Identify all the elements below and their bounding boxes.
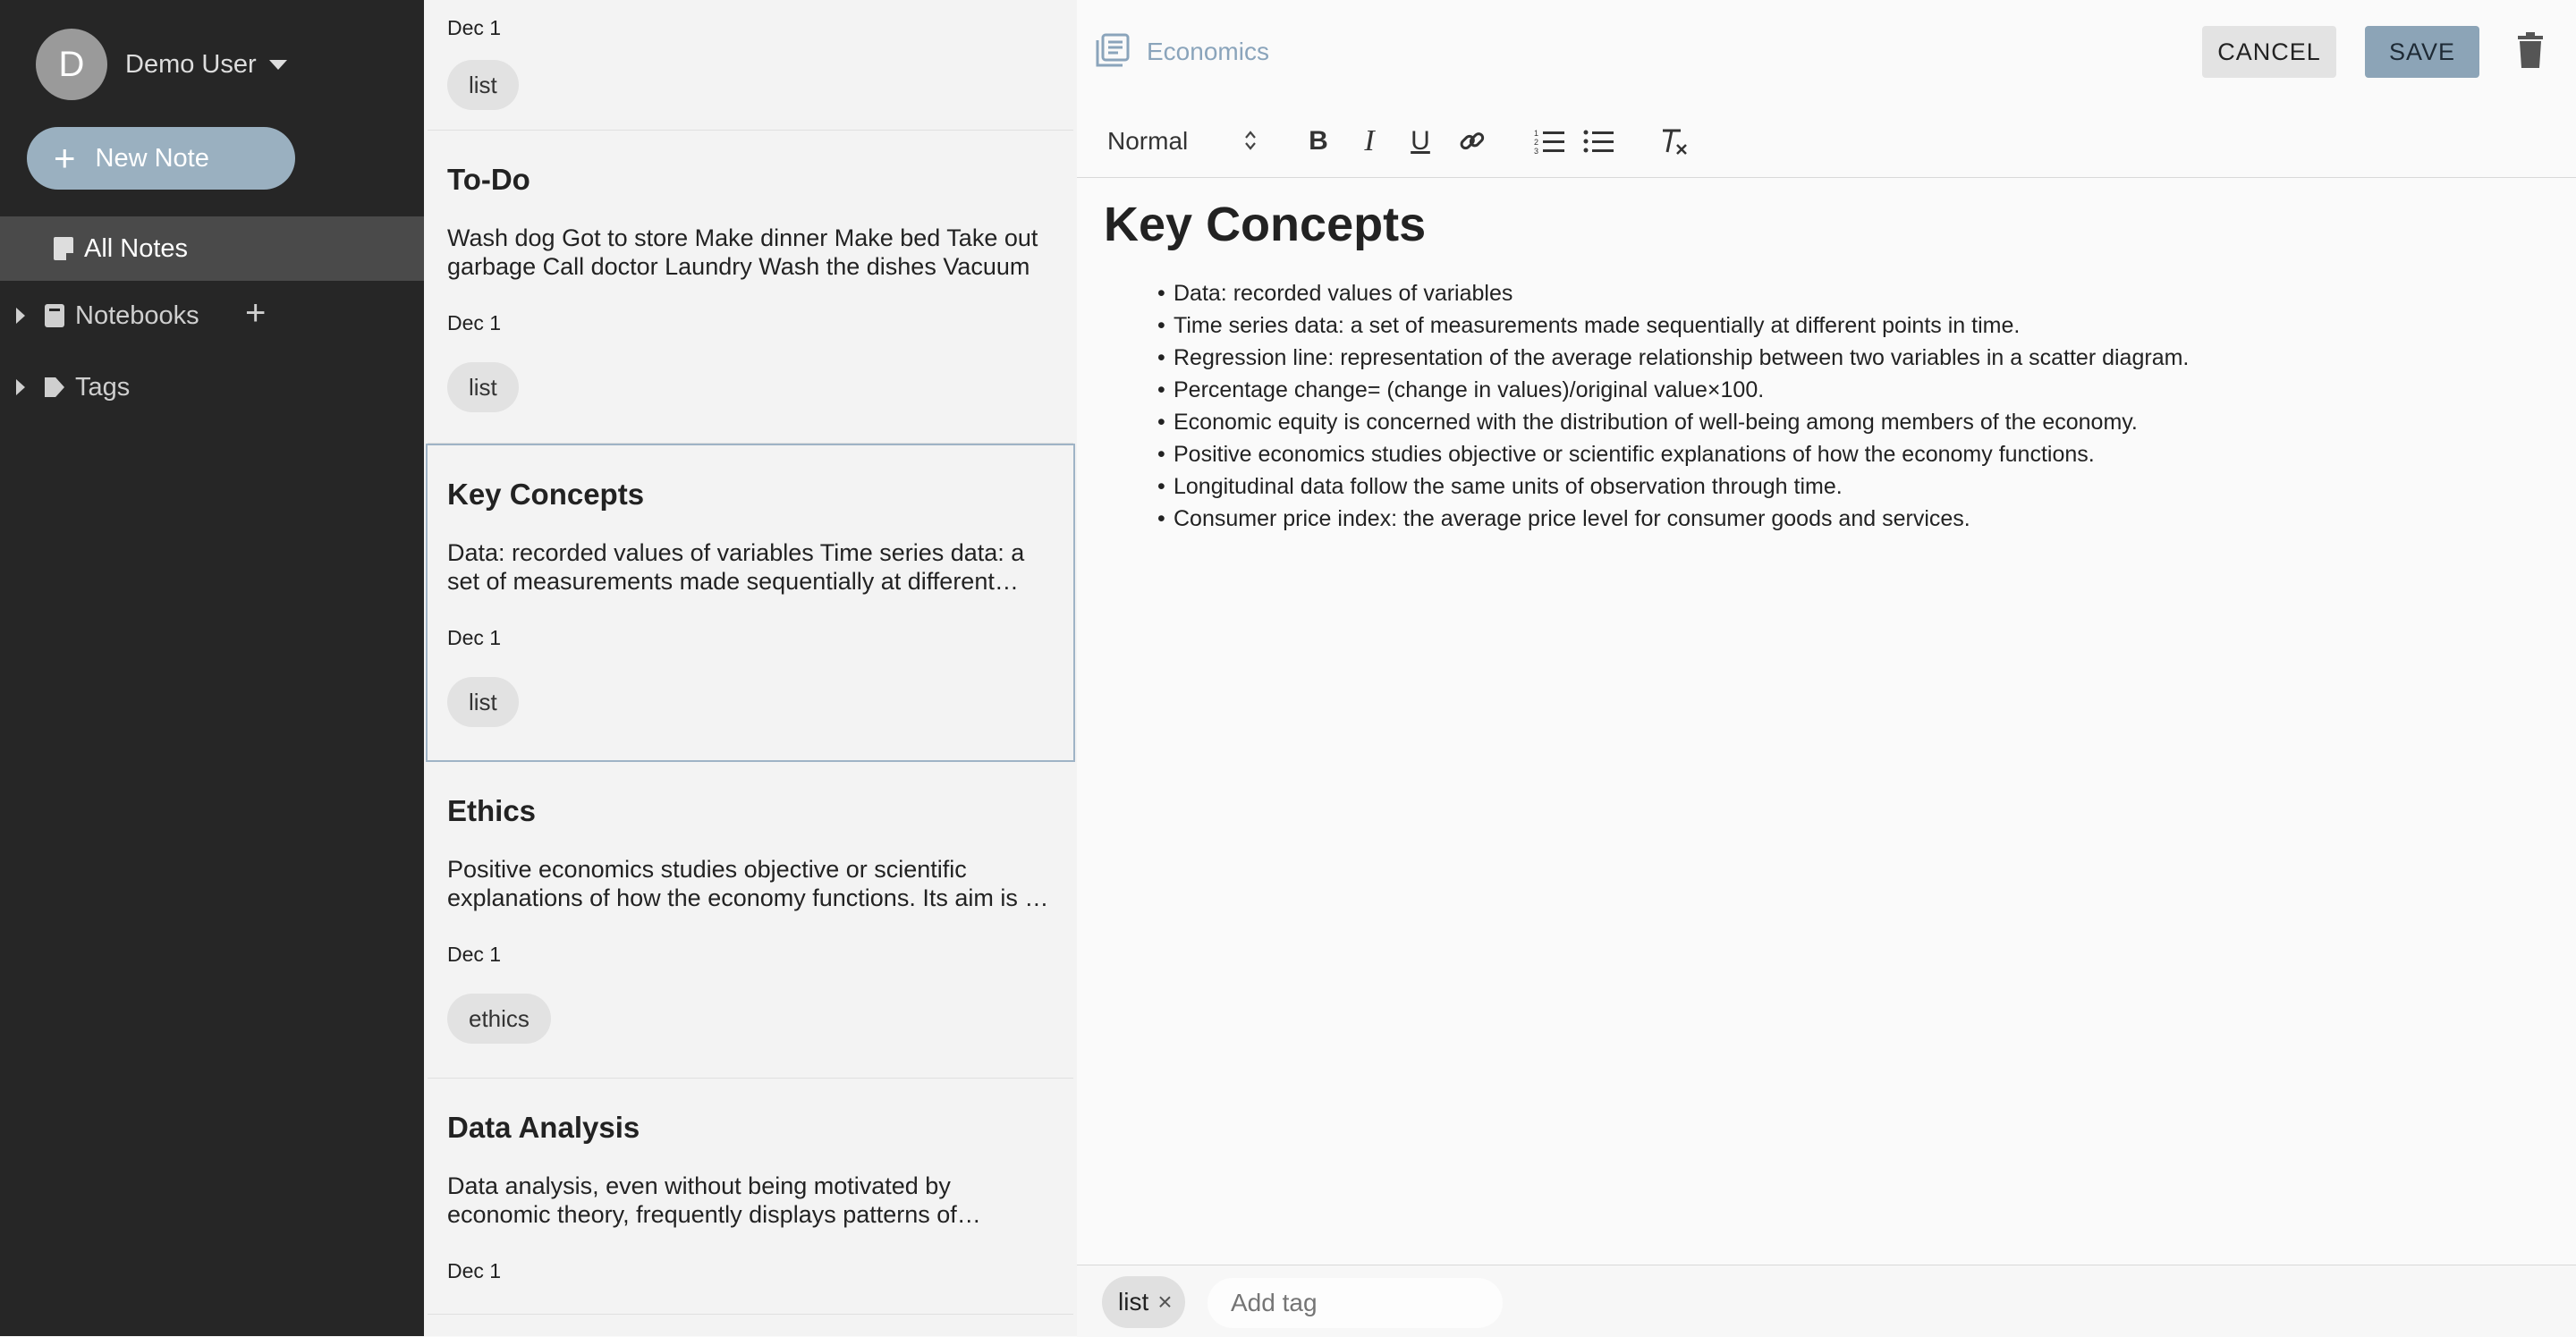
editor-header: Economics CANCEL SAVE [1077, 0, 2576, 98]
list-item: Regression line: representation of the a… [1157, 342, 2535, 374]
list-item: Percentage change= (change in values)/or… [1157, 374, 2535, 406]
sidebar-item-tags[interactable]: Tags [0, 360, 424, 414]
plus-icon: + [54, 137, 76, 179]
new-note-button[interactable]: + New Note [27, 127, 295, 190]
note-editor: Economics CANCEL SAVE Normal B I U 1 2 3… [1077, 0, 2576, 1337]
bullet-list-icon[interactable] [1579, 122, 1618, 161]
note-date: Dec 1 [447, 943, 502, 966]
tag-bar: list × [1077, 1265, 2576, 1337]
save-button[interactable]: SAVE [2365, 26, 2479, 78]
note-icon [54, 237, 73, 260]
user-menu[interactable]: D Demo User [36, 29, 287, 100]
note-card[interactable]: To-Do Wash dog Got to store Make dinner … [428, 131, 1073, 444]
tag-chip: list × [1102, 1276, 1185, 1328]
note-snippet: Data analysis, even without being motiva… [447, 1172, 957, 1228]
list-item: Time series data: a set of measurements … [1157, 309, 2535, 342]
note-card[interactable]: Data Analysis Data analysis, even withou… [428, 1079, 1073, 1315]
clear-format-icon[interactable] [1655, 122, 1694, 161]
user-name: Demo User [125, 49, 257, 79]
note-tag-chip: list [447, 362, 519, 412]
note-date: Dec 1 [447, 1259, 502, 1282]
text-style-value: Normal [1107, 127, 1189, 155]
note-tag-chip: list [447, 60, 519, 110]
notebook-name[interactable]: Economics [1147, 38, 1269, 66]
note-date: Dec 1 [447, 311, 502, 334]
list-item: Longitudinal data follow the same units … [1157, 470, 2535, 503]
text-style-select[interactable]: Normal [1107, 122, 1268, 161]
format-toolbar: Normal B I U 1 2 3 [1077, 106, 2576, 178]
note-list: Dec 1 list To-Do Wash dog Got to store M… [424, 0, 1078, 1336]
note-date: Dec 1 [447, 626, 502, 649]
note-snippet: Wash dog Got to store Make dinner Make b… [447, 224, 1038, 280]
tag-chip-label: list [1118, 1288, 1149, 1316]
note-title: To-Do [447, 163, 530, 196]
avatar: D [36, 29, 107, 100]
sidebar-item-all-notes[interactable]: All Notes [0, 216, 424, 281]
note-snippet: Data: recorded values of variables Time … [447, 539, 1025, 595]
close-icon[interactable]: × [1157, 1288, 1172, 1316]
underline-icon[interactable]: U [1401, 122, 1440, 161]
trash-icon[interactable] [2517, 32, 2544, 68]
cancel-button[interactable]: CANCEL [2202, 26, 2336, 78]
list-item: Data: recorded values of variables [1157, 277, 2535, 309]
caret-down-icon [268, 59, 287, 70]
note-heading: Key Concepts [1104, 198, 1427, 251]
tag-icon [45, 377, 64, 397]
note-date: Dec 1 [447, 16, 502, 39]
expand-arrow-icon[interactable] [16, 308, 25, 324]
add-tag-input[interactable] [1208, 1278, 1503, 1328]
note-card[interactable]: Ethics Positive economics studies object… [428, 762, 1073, 1079]
list-item: Positive economics studies objective or … [1157, 438, 2535, 470]
svg-text:2: 2 [1534, 138, 1538, 147]
sidebar-item-label: Tags [75, 372, 131, 402]
note-title: Ethics [447, 794, 537, 827]
bold-icon[interactable]: B [1299, 122, 1338, 161]
sidebar-item-notebooks[interactable]: Notebooks [0, 289, 424, 343]
new-note-label: New Note [95, 143, 209, 173]
add-notebook-icon[interactable]: + [245, 295, 266, 331]
sidebar-item-label: Notebooks [75, 300, 199, 330]
note-title: Key Concepts [447, 478, 645, 511]
note-card[interactable]: Dec 1 list [428, 0, 1073, 131]
note-bullet-list: Data: recorded values of variables Time … [1104, 277, 2535, 535]
expand-arrow-icon[interactable] [16, 379, 25, 395]
italic-icon[interactable]: I [1350, 122, 1389, 161]
note-card-selected[interactable]: Key Concepts Data: recorded values of va… [426, 444, 1075, 762]
svg-text:1: 1 [1534, 129, 1538, 138]
note-snippet: Positive economics studies objective or … [447, 856, 1045, 911]
list-item: Consumer price index: the average price … [1157, 503, 2535, 535]
notebook-icon [1096, 33, 1130, 67]
note-tag-chip: ethics [447, 994, 551, 1044]
sidebar: D Demo User + New Note All Notes Noteboo… [0, 0, 424, 1336]
list-item: Economic equity is concerned with the di… [1157, 406, 2535, 438]
editor-content[interactable]: Key Concepts Data: recorded values of va… [1104, 197, 2535, 535]
svg-text:3: 3 [1534, 147, 1538, 155]
book-icon [45, 304, 64, 327]
link-icon[interactable] [1453, 122, 1492, 161]
note-title: Data Analysis [447, 1111, 640, 1144]
note-tag-chip: list [447, 677, 519, 727]
select-arrows-icon [1245, 131, 1256, 150]
ordered-list-icon[interactable]: 1 2 3 [1530, 122, 1569, 161]
sidebar-item-label: All Notes [84, 233, 189, 263]
